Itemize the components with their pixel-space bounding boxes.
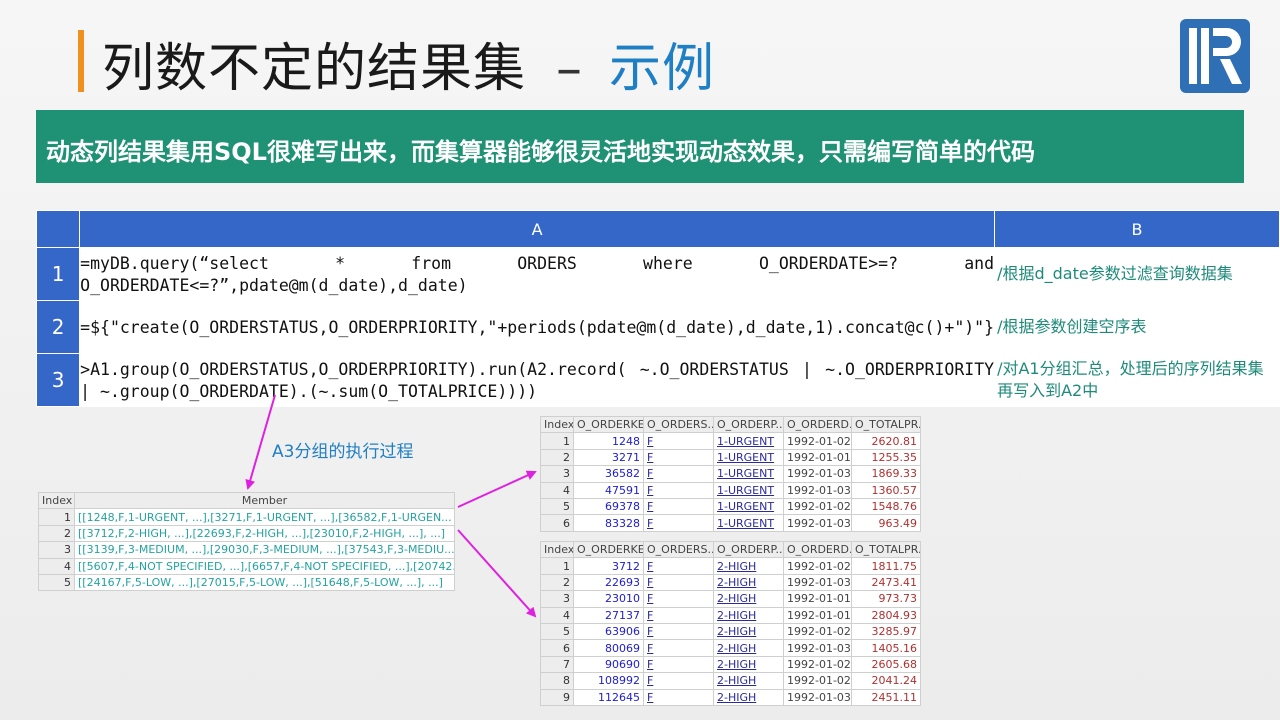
arrow-to-group1 <box>457 470 537 508</box>
arrows-overlay <box>245 394 537 618</box>
arrow-a3-to-members <box>245 394 276 490</box>
arrow-to-group2 <box>457 529 537 618</box>
